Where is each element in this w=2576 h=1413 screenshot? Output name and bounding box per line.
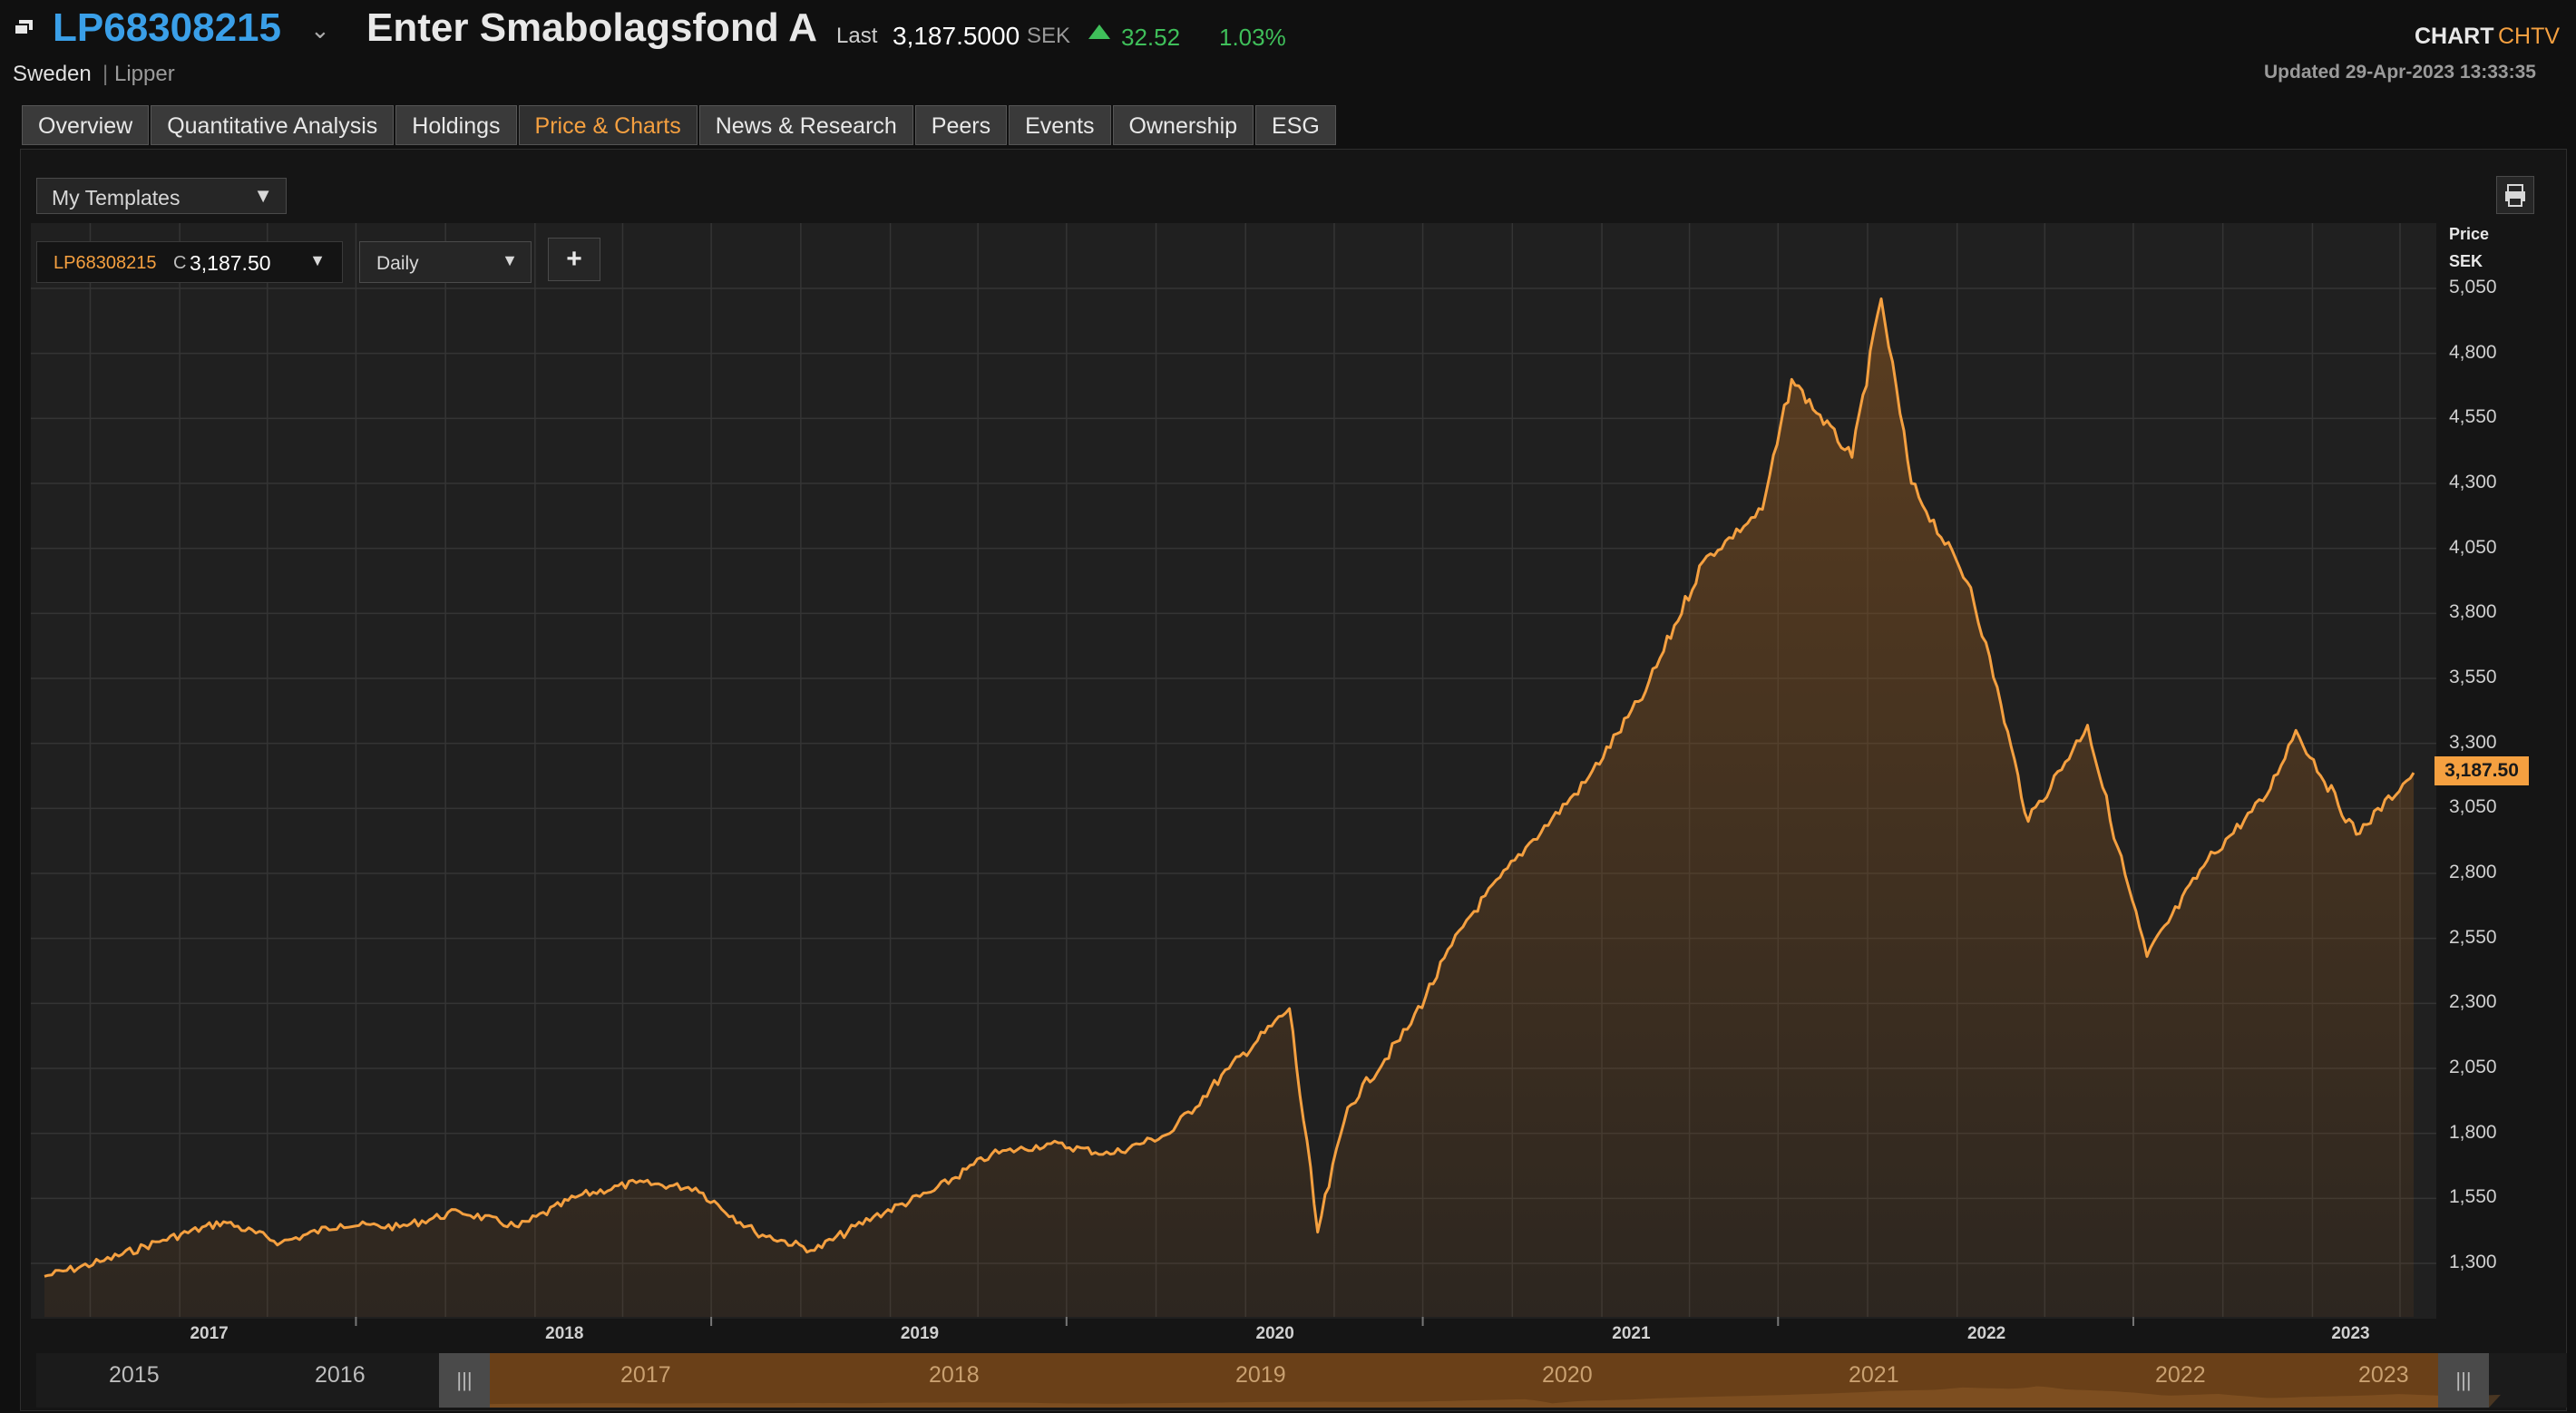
- navigator-year-label: 2019: [1235, 1362, 1286, 1388]
- navigator-year-label: 2018: [929, 1362, 980, 1388]
- navigator-year-label: 2022: [2155, 1362, 2206, 1388]
- navigator-right-handle[interactable]: |||: [2438, 1353, 2489, 1408]
- navigator-year-label: 2017: [620, 1362, 671, 1388]
- navigator-year-label: 2020: [1542, 1362, 1593, 1388]
- navigator-mini-chart: [439, 1386, 2501, 1408]
- navigator-left-handle[interactable]: |||: [439, 1353, 490, 1408]
- navigator-year-label: 2015: [109, 1362, 160, 1388]
- navigator-year-label: 2016: [315, 1362, 366, 1388]
- navigator-year-label: 2021: [1849, 1362, 1899, 1388]
- navigator-year-label: 2023: [2358, 1362, 2409, 1388]
